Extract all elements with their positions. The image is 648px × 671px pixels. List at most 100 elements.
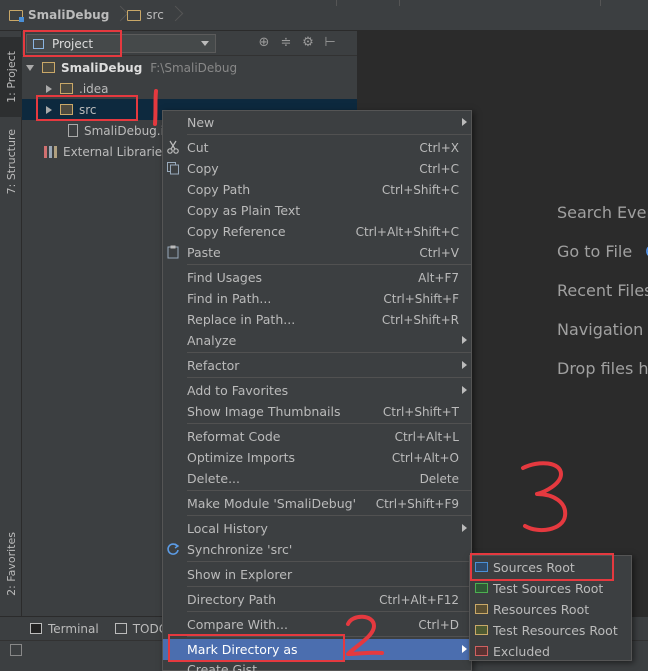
sync-icon	[167, 543, 180, 555]
menu-separator	[187, 352, 471, 353]
annotation-step-3	[521, 461, 568, 533]
favorites-tool-button[interactable]: 2: Favorites	[0, 523, 22, 605]
menu-shortcut: Ctrl+C	[419, 161, 459, 176]
menu-label: Cut	[187, 140, 209, 155]
menu-item-directory-path[interactable]: Directory Path Ctrl+Alt+F12	[163, 589, 471, 610]
tab-divider	[600, 0, 601, 6]
menu-item-copy[interactable]: Copy Ctrl+C	[163, 158, 471, 179]
submenu-item-test-sources-root[interactable]: Test Sources Root	[470, 578, 631, 599]
menu-item-local-history[interactable]: Local History	[163, 518, 471, 539]
tree-row-root[interactable]: SmaliDebug F:\SmaliDebug	[22, 57, 357, 78]
menu-item-delete[interactable]: Delete... Delete	[163, 468, 471, 489]
status-toggle-icon[interactable]	[10, 644, 22, 656]
structure-tool-label: 7: Structure	[4, 129, 18, 195]
menu-item-show-explorer[interactable]: Show in Explorer	[163, 564, 471, 585]
expand-arrow-icon[interactable]	[26, 64, 34, 71]
menu-label: Copy Reference	[187, 224, 286, 239]
menu-item-refactor[interactable]: Refactor	[163, 355, 471, 376]
folder-icon	[60, 83, 73, 94]
menu-item-copy-path[interactable]: Copy Path Ctrl+Shift+C	[163, 179, 471, 200]
excluded-folder-icon	[475, 646, 488, 656]
terminal-tool-button[interactable]: Terminal	[30, 622, 99, 636]
test-folder-icon	[475, 583, 488, 593]
module-folder-icon	[9, 9, 24, 22]
project-tool-label: 1: Project	[4, 51, 18, 103]
menu-label: Copy Path	[187, 182, 251, 197]
menu-item-create-gist[interactable]: Create Gist...	[163, 662, 471, 671]
menu-shortcut: Alt+F7	[418, 270, 459, 285]
submenu-arrow-icon	[462, 645, 467, 653]
breadcrumb-separator	[115, 0, 127, 31]
todo-icon	[114, 623, 127, 634]
menu-shortcut: Ctrl+D	[418, 617, 459, 632]
context-menu: New Cut Ctrl+X Copy Ctrl+C Copy Path Ctrl+S…	[162, 110, 472, 671]
menu-shortcut: Ctrl+X	[419, 140, 459, 155]
module-folder-icon	[42, 62, 55, 73]
submenu-item-test-resources-root[interactable]: Test Resources Root	[470, 620, 631, 641]
tab-divider	[399, 0, 400, 6]
menu-item-replace-in-path[interactable]: Replace in Path... Ctrl+Shift+R	[163, 309, 471, 330]
submenu-arrow-icon	[462, 118, 467, 126]
menu-item-cut[interactable]: Cut Ctrl+X	[163, 137, 471, 158]
menu-label: Compare With...	[187, 617, 288, 632]
submenu-arrow-icon	[462, 336, 467, 344]
scroll-from-source-icon[interactable]: ⊕	[256, 35, 272, 50]
hint-drop-files: Drop files he	[557, 359, 648, 378]
menu-shortcut: Ctrl+Alt+F12	[379, 592, 459, 607]
navigation-bar: SmaliDebug src	[0, 0, 648, 31]
submenu-arrow-icon	[462, 524, 467, 532]
resource-folder-icon	[475, 604, 488, 614]
menu-item-copy-plain[interactable]: Copy as Plain Text	[163, 200, 471, 221]
menu-item-find-in-path[interactable]: Find in Path... Ctrl+Shift+F	[163, 288, 471, 309]
menu-item-synchronize[interactable]: Synchronize 'src'	[163, 539, 471, 560]
menu-label: Refactor	[187, 358, 240, 373]
todo-tool-button[interactable]: TODO	[114, 622, 168, 636]
menu-separator	[187, 515, 471, 516]
breadcrumb-src[interactable]: src	[127, 0, 164, 31]
tree-idea-label: .idea	[79, 81, 109, 96]
menu-item-make-module[interactable]: Make Module 'SmaliDebug' Ctrl+Shift+F9	[163, 493, 471, 514]
test-resource-folder-icon	[475, 625, 488, 635]
menu-item-analyze[interactable]: Analyze	[163, 330, 471, 351]
submenu-label: Test Resources Root	[493, 623, 618, 638]
file-icon	[68, 124, 78, 137]
terminal-icon	[30, 623, 42, 634]
menu-separator	[187, 611, 471, 612]
menu-shortcut: Ctrl+Shift+R	[381, 312, 459, 327]
menu-label: Add to Favorites	[187, 383, 289, 398]
submenu-item-excluded[interactable]: Excluded	[470, 641, 631, 662]
menu-label: Show in Explorer	[187, 567, 293, 582]
menu-separator	[187, 134, 471, 135]
structure-tool-button[interactable]: 7: Structure	[0, 121, 22, 203]
menu-shortcut: Ctrl+Shift+F	[383, 291, 459, 306]
menu-item-reformat[interactable]: Reformat Code Ctrl+Alt+L	[163, 426, 471, 447]
menu-item-add-favorites[interactable]: Add to Favorites	[163, 380, 471, 401]
hint-search: Search Every	[557, 203, 648, 222]
menu-item-new[interactable]: New	[163, 112, 471, 133]
menu-item-find-usages[interactable]: Find Usages Alt+F7	[163, 267, 471, 288]
menu-label: Find in Path...	[187, 291, 272, 306]
submenu-item-resources-root[interactable]: Resources Root	[470, 599, 631, 620]
expand-arrow-icon[interactable]	[46, 84, 52, 93]
menu-label: Local History	[187, 521, 268, 536]
menu-label: Copy as Plain Text	[187, 203, 301, 218]
menu-shortcut: Ctrl+Alt+O	[391, 450, 459, 465]
menu-item-compare-with[interactable]: Compare With... Ctrl+D	[163, 614, 471, 635]
menu-shortcut: Ctrl+Shift+C	[381, 182, 459, 197]
annotation-box-src	[36, 95, 138, 121]
annotation-step-2	[346, 614, 384, 656]
panel-toolbar: ⊕ ≑ ⚙ ⊢	[256, 35, 338, 50]
gear-icon[interactable]: ⚙	[300, 35, 316, 50]
submenu-arrow-icon	[462, 361, 467, 369]
menu-item-paste[interactable]: Paste Ctrl+V	[163, 242, 471, 263]
menu-label: Synchronize 'src'	[187, 542, 293, 557]
collapse-all-icon[interactable]: ≑	[278, 35, 294, 50]
menu-item-copy-reference[interactable]: Copy Reference Ctrl+Alt+Shift+C	[163, 221, 471, 242]
menu-item-optimize-imports[interactable]: Optimize Imports Ctrl+Alt+O	[163, 447, 471, 468]
tree-libraries-label: External Libraries	[63, 144, 169, 159]
hide-panel-icon[interactable]: ⊢	[322, 35, 338, 50]
menu-item-show-thumbnails[interactable]: Show Image Thumbnails Ctrl+Shift+T	[163, 401, 471, 422]
breadcrumb-project[interactable]: SmaliDebug	[9, 0, 109, 31]
menu-label: Copy	[187, 161, 219, 176]
project-tool-button[interactable]: 1: Project	[0, 37, 22, 117]
